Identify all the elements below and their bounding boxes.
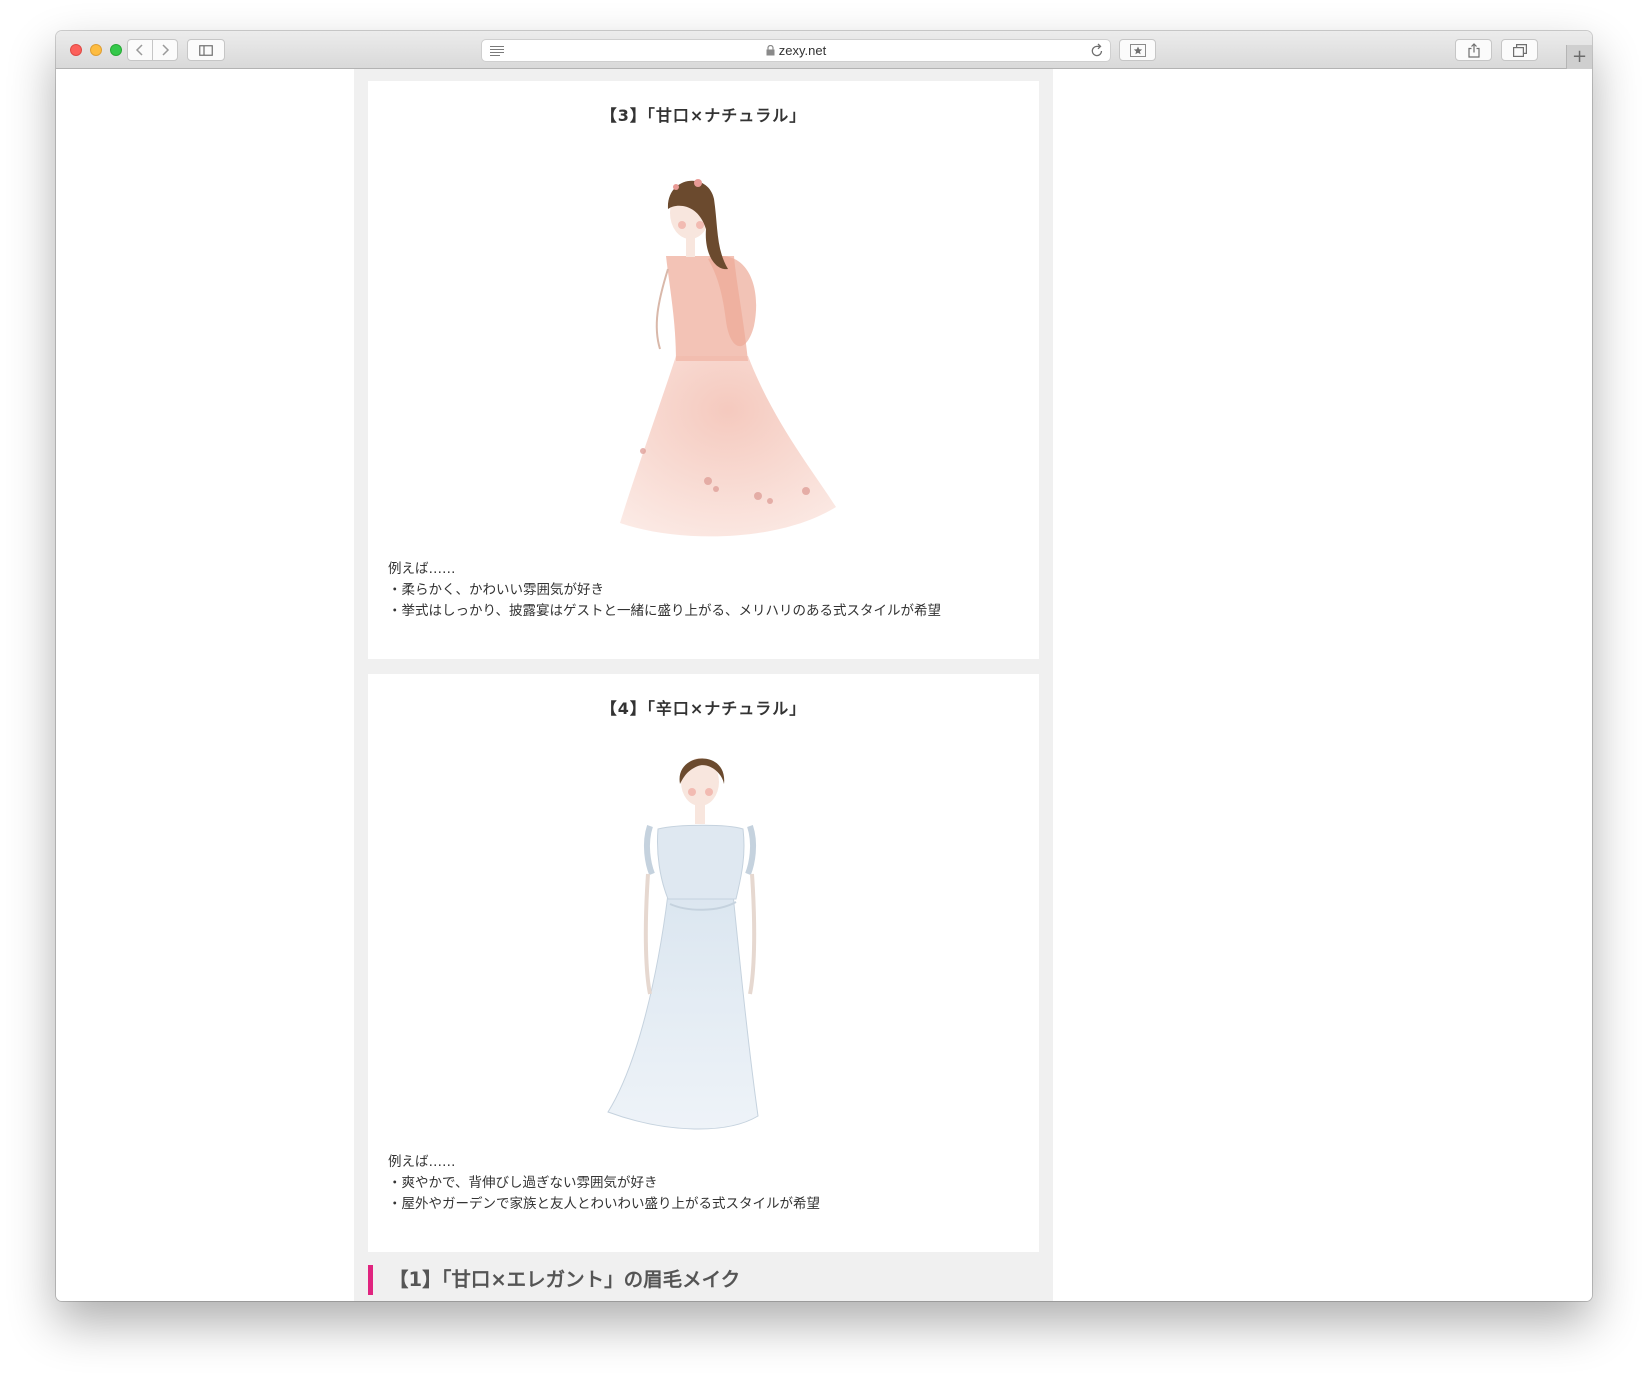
show-tabs-button[interactable]	[1501, 39, 1538, 61]
sidebar-button[interactable]	[187, 39, 225, 61]
url-text: zexy.net	[778, 43, 827, 58]
share-icon	[1467, 42, 1480, 58]
browser-window: zexy.net + 【3】「甘口×ナチュラル」 例えば…… ・柔らかく、かわい…	[56, 31, 1592, 1301]
reload-icon[interactable]	[1090, 43, 1104, 58]
lock-icon	[766, 45, 775, 56]
card-bullet: ・爽やかで、背伸びし過ぎない雰囲気が好き	[388, 1175, 658, 1191]
card-body: 例えば…… ・柔らかく、かわいい雰囲気が好き ・挙式はしっかり、披露宴はゲストと…	[388, 559, 941, 622]
chevron-left-icon	[135, 44, 143, 56]
card-body: 例えば…… ・爽やかで、背伸びし過ぎない雰囲気が好き ・屋外やガーデンで家族と友…	[388, 1152, 820, 1215]
card-bullet: ・挙式はしっかり、披露宴はゲストと一緒に盛り上がる、メリハリのある式スタイルが希…	[388, 603, 941, 619]
style-card: 【3】「甘口×ナチュラル」 例えば…… ・柔らかく、かわいい雰囲気が好き ・挙式…	[368, 81, 1039, 659]
url-display: zexy.net	[482, 43, 1110, 58]
minimize-window-button[interactable]	[90, 44, 102, 56]
card-lead: 例えば……	[388, 561, 456, 577]
style-card: 【4】「辛口×ナチュラル」 例えば…… ・爽やかで、背伸びし過ぎない雰囲気が好き…	[368, 674, 1039, 1252]
bookmark-button[interactable]	[1119, 39, 1156, 61]
star-icon	[1129, 43, 1146, 57]
card-title: 【3】「甘口×ナチュラル」	[600, 106, 807, 125]
close-window-button[interactable]	[70, 44, 82, 56]
tabs-overview-icon	[1512, 43, 1527, 57]
card-bullet: ・屋外やガーデンで家族と友人とわいわい盛り上がる式スタイルが希望	[388, 1196, 820, 1212]
section-heading: 【1】「甘口×エレガント」の眉毛メイク	[368, 1265, 1039, 1295]
plus-icon: +	[1571, 46, 1588, 67]
share-button[interactable]	[1455, 39, 1492, 61]
bride-illustration-pink-dress	[620, 179, 836, 537]
zoom-window-button[interactable]	[110, 44, 122, 56]
new-tab-button[interactable]: +	[1566, 45, 1592, 69]
forward-button[interactable]	[152, 39, 178, 61]
page-viewport: 【3】「甘口×ナチュラル」 例えば…… ・柔らかく、かわいい雰囲気が好き ・挙式…	[56, 69, 1592, 1301]
browser-toolbar: zexy.net +	[56, 31, 1592, 69]
chevron-right-icon	[162, 44, 170, 56]
bride-illustration-blue-dress	[607, 758, 759, 1130]
back-button[interactable]	[127, 39, 153, 61]
card-title: 【4】「辛口×ナチュラル」	[600, 699, 807, 718]
sidebar-icon	[199, 44, 213, 56]
card-bullet: ・柔らかく、かわいい雰囲気が好き	[388, 582, 604, 598]
address-bar[interactable]: zexy.net	[481, 39, 1111, 62]
card-lead: 例えば……	[388, 1154, 456, 1170]
content-column: 【3】「甘口×ナチュラル」 例えば…… ・柔らかく、かわいい雰囲気が好き ・挙式…	[354, 69, 1053, 1301]
